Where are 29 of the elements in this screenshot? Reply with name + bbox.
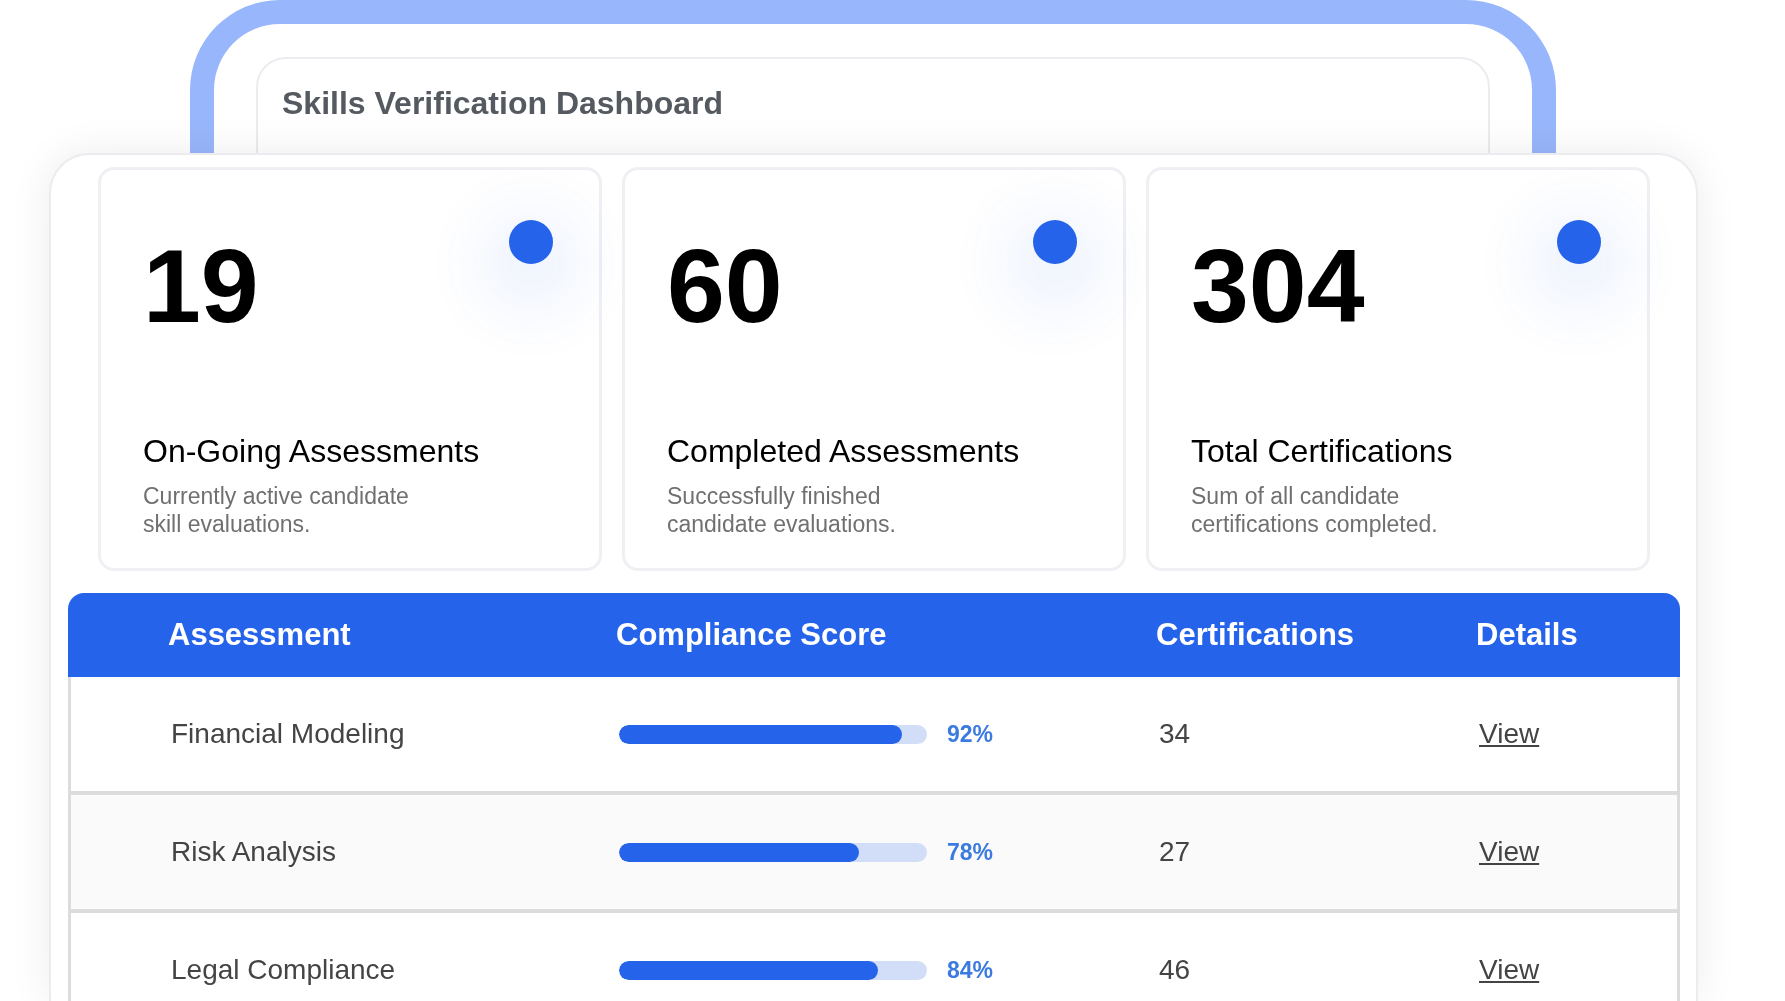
window-title: Skills Verification Dashboard [282,85,724,121]
score-percent: 78% [947,838,994,866]
stat-title: Total Certifications [1191,432,1454,470]
assessment-cell-text: Legal Compliance [171,954,397,986]
certifications-cell-text: 34 [1159,718,1192,750]
assessment-cell-text: Financial Modeling [171,718,406,750]
view-link[interactable]: View [1479,718,1540,749]
column-header: Details [1476,617,1579,653]
stat-description: Successfully finished candidate evaluations. [667,481,897,538]
certifications-cell-text: 27 [1159,836,1192,868]
stat-description: Sum of all candidate certifications completed. [1191,481,1439,538]
assessment-cell-text: Risk Analysis [171,836,337,868]
certifications-cell-text: 46 [1159,954,1192,986]
stat-value: 60 [667,234,783,338]
stat-value: 304 [1191,234,1365,338]
stat-title: On-Going Assessments [143,432,481,470]
score-percent: 84% [947,956,994,984]
column-header: Assessment [168,617,352,653]
stat-description: Currently active candidate skill evaluations. [143,481,410,538]
glow-dot-icon [1033,220,1077,264]
score-percent: 92% [947,720,994,748]
column-header: Compliance Score [616,617,888,653]
stat-value: 19 [143,234,259,338]
view-link[interactable]: View [1479,954,1540,985]
glow-dot-icon [509,220,553,264]
view-link[interactable]: View [1479,836,1540,867]
stat-title: Completed Assessments [667,432,1021,470]
glow-dot-icon [1557,220,1601,264]
column-header: Certifications [1156,617,1356,653]
